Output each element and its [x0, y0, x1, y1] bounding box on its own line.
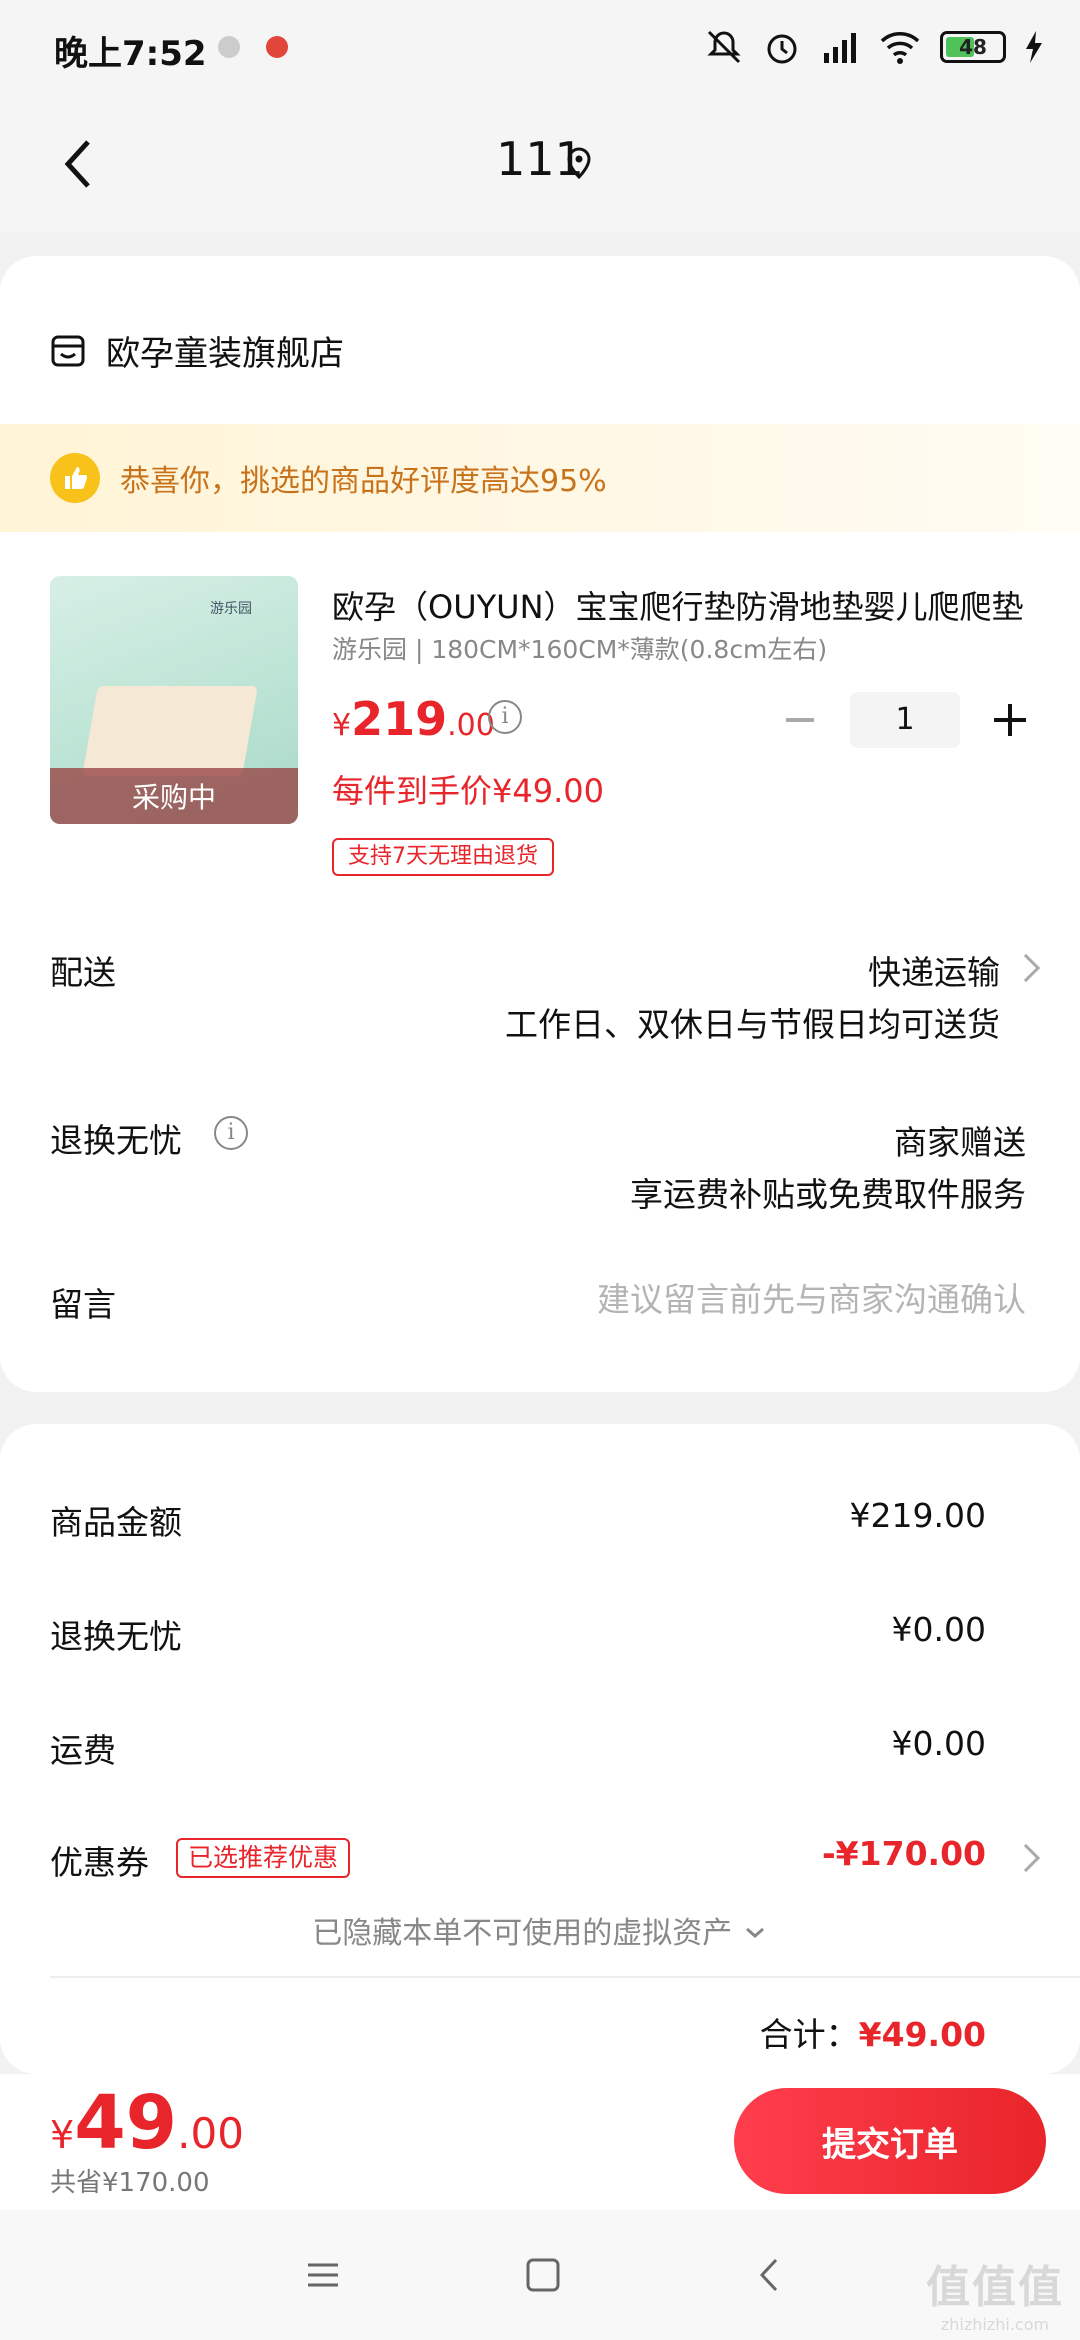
- return-service-value: 商家赠送: [894, 1123, 1026, 1162]
- app-notification-icon: [266, 36, 288, 58]
- status-time: 晚上7:52: [54, 34, 207, 74]
- goods-amount-value: ¥219.00: [849, 1496, 986, 1535]
- coupon-value[interactable]: -¥170.00: [822, 1834, 986, 1873]
- system-nav-bar: 值值值 zhizhizhi.com: [0, 2210, 1080, 2340]
- charging-icon: [1026, 31, 1042, 63]
- chevron-right-icon[interactable]: [1011, 953, 1041, 983]
- watermark-logo: 值值值: [926, 2262, 1064, 2313]
- delivery-label: 配送: [50, 953, 116, 992]
- checkout-bar: ¥ 49 .00 共省¥170.00 提交订单: [0, 2074, 1080, 2210]
- chevron-right-icon[interactable]: [1011, 1843, 1041, 1873]
- product-price: ¥ 219 .00: [332, 692, 495, 746]
- net-price: 每件到手价¥49.00: [332, 772, 604, 810]
- shipping-fee-label: 运费: [50, 1731, 116, 1770]
- return-fee-value: ¥0.00: [891, 1610, 986, 1649]
- chevron-down-icon: [745, 1927, 764, 1938]
- promo-banner: 恭喜你，挑选的商品好评度高达95%: [0, 424, 1080, 532]
- goods-amount-label: 商品金额: [50, 1503, 182, 1542]
- promo-text: 恭喜你，挑选的商品好评度高达95%: [120, 464, 607, 499]
- price-currency: ¥: [332, 708, 352, 743]
- shop-icon: [51, 335, 85, 366]
- location-pin-icon[interactable]: [562, 146, 596, 180]
- decrease-quantity-button[interactable]: [780, 700, 820, 740]
- total-decimal: .00: [177, 2109, 244, 2158]
- watermark-url: zhizhizhi.com: [940, 2315, 1050, 2334]
- battery-icon: 48: [940, 31, 1006, 63]
- price-info-icon[interactable]: i: [488, 700, 522, 734]
- total-price: ¥ 49 .00: [50, 2080, 244, 2166]
- divider: [50, 1976, 1080, 1978]
- watermark: 值值值 zhizhizhi.com: [926, 2251, 1064, 2334]
- quantity-value[interactable]: 1: [850, 692, 960, 748]
- message-input[interactable]: [466, 1274, 1026, 1324]
- product-image-overlay: 采购中: [50, 768, 298, 824]
- price-integer: 219: [351, 692, 448, 746]
- shipping-fee-value: ¥0.00: [891, 1724, 986, 1763]
- home-icon[interactable]: [518, 2250, 568, 2300]
- quantity-stepper: 1: [780, 692, 1030, 748]
- subtotal-label: 合计：: [759, 2015, 859, 2054]
- message-label: 留言: [50, 1285, 116, 1324]
- subtotal-value: ¥49.00: [858, 2015, 986, 2054]
- thumbs-up-icon: [50, 453, 100, 503]
- delivery-method[interactable]: 快递运输: [868, 946, 1000, 994]
- product-image-brand: 游乐园: [210, 601, 252, 617]
- mute-icon: [707, 30, 741, 64]
- total-currency: ¥: [50, 2113, 75, 2157]
- hidden-assets-toggle[interactable]: 已隐藏本单不可使用的虚拟资产: [0, 1908, 1080, 1952]
- submit-order-button[interactable]: 提交订单: [734, 2088, 1046, 2194]
- product-image[interactable]: 游乐园 采购中: [50, 576, 298, 824]
- increase-quantity-button[interactable]: [990, 700, 1030, 740]
- coupon-label: 优惠券: [50, 1843, 149, 1882]
- back-icon[interactable]: [746, 2250, 796, 2300]
- nav-bar: 111: [0, 96, 1080, 232]
- return-policy-tag: 支持7天无理由退货: [332, 838, 554, 876]
- status-bar: 晚上7:52 48: [0, 0, 1080, 96]
- saved-amount: 共省¥170.00: [50, 2168, 210, 2198]
- page-title: 111: [496, 132, 584, 186]
- wifi-icon: [880, 32, 920, 64]
- alarm-icon: [767, 34, 797, 64]
- order-item-card: 欧孕童装旗舰店 恭喜你，挑选的商品好评度高达95% 游乐园 采购中 欧孕（OUY…: [0, 256, 1080, 1392]
- shop-name: 欧孕童装旗舰店: [106, 334, 344, 374]
- return-service-label: 退换无忧: [50, 1121, 182, 1160]
- return-info-icon[interactable]: i: [214, 1116, 248, 1150]
- order-summary-card: 商品金额 ¥219.00 退换无忧 ¥0.00 运费 ¥0.00 优惠券 已选推…: [0, 1424, 1080, 2074]
- subtotal: 合计：¥49.00: [760, 2008, 986, 2056]
- return-service-detail: 享运费补贴或免费取件服务: [630, 1175, 1026, 1214]
- coupon-tag: 已选推荐优惠: [176, 1838, 351, 1878]
- menu-icon[interactable]: [298, 2250, 348, 2300]
- shop-header[interactable]: 欧孕童装旗舰店: [50, 326, 344, 375]
- return-fee-label: 退换无忧: [50, 1617, 182, 1656]
- product-title[interactable]: 欧孕（OUYUN）宝宝爬行垫防滑地垫婴儿爬爬垫: [332, 582, 1032, 628]
- delivery-schedule: 工作日、双休日与节假日均可送货: [505, 1005, 1000, 1044]
- hidden-assets-text: 已隐藏本单不可使用的虚拟资产: [312, 1916, 733, 1951]
- total-integer: 49: [74, 2080, 178, 2166]
- signal-icon: [824, 33, 856, 63]
- notification-icon: [218, 36, 240, 58]
- product-spec[interactable]: 游乐园 | 180CM*160CM*薄款(0.8cm左右): [332, 630, 827, 666]
